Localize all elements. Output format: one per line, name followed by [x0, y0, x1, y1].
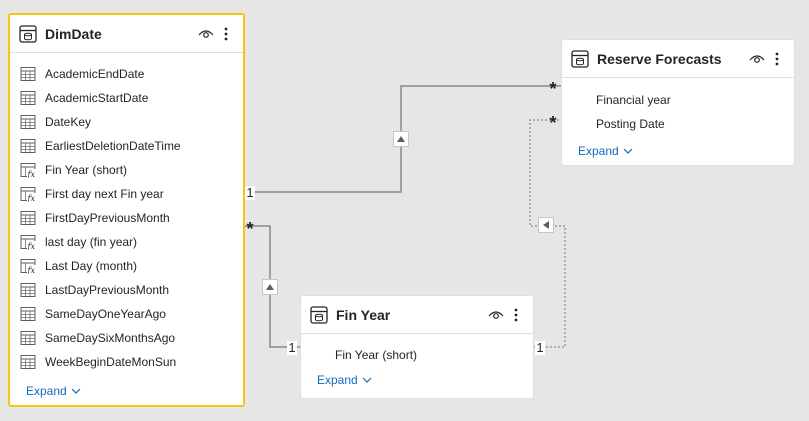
field-row[interactable]: SameDayOneYearAgo — [10, 302, 243, 326]
calendar-icon — [20, 354, 36, 370]
expand-label: Expand — [26, 384, 67, 398]
model-canvas[interactable]: 1 * * 1 1 * DimDate AcademicEndDate Acad… — [0, 0, 809, 421]
field-label: LastDayPreviousMonth — [45, 283, 170, 297]
field-row[interactable]: Fin Year (short) — [301, 343, 533, 367]
field-label: AcademicStartDate — [45, 91, 149, 105]
cardinality-many-reserve-bottom: * — [549, 113, 557, 133]
calendar-icon — [20, 66, 36, 82]
field-label: SameDaySixMonthsAgo — [45, 331, 176, 345]
expand-label: Expand — [578, 144, 619, 158]
chevron-down-icon — [71, 388, 81, 394]
field-label: last day (fin year) — [45, 235, 138, 249]
field-row[interactable]: SameDaySixMonthsAgo — [10, 326, 243, 350]
calendar-icon — [20, 90, 36, 106]
field-row[interactable]: FirstDayPreviousMonth — [10, 206, 243, 230]
field-label: AcademicEndDate — [45, 67, 145, 81]
field-label: EarliestDeletionDateTime — [45, 139, 181, 153]
field-row[interactable]: AcademicStartDate — [10, 86, 243, 110]
field-label: FirstDayPreviousMonth — [45, 211, 170, 225]
cardinality-one-dimdate-reserve: 1 — [245, 185, 255, 200]
calculated-column-icon: fx — [20, 234, 36, 250]
table-title: Fin Year — [336, 306, 391, 323]
card-header[interactable]: Fin Year — [301, 296, 533, 334]
more-options-icon[interactable] — [507, 306, 525, 324]
cardinality-one-finyear-left: 1 — [287, 340, 297, 355]
calendar-icon — [20, 330, 36, 346]
calendar-icon — [20, 282, 36, 298]
table-icon — [570, 49, 590, 69]
table-card-fin-year[interactable]: Fin Year Fin Year (short) Expand — [300, 295, 534, 399]
table-title: DimDate — [45, 25, 102, 42]
crossfilter-arrow-left[interactable] — [538, 217, 554, 233]
field-row[interactable]: fx last day (fin year) — [10, 230, 243, 254]
table-title: Reserve Forecasts — [597, 50, 722, 67]
visibility-eye-icon[interactable] — [748, 50, 766, 68]
crossfilter-arrow-up-1[interactable] — [393, 131, 409, 147]
expand-label: Expand — [317, 373, 358, 387]
cardinality-many-reserve-top: * — [549, 79, 557, 99]
crossfilter-arrow-up-2[interactable] — [262, 279, 278, 295]
field-list: Financial year Posting Date — [562, 78, 794, 136]
table-icon — [309, 305, 329, 325]
svg-text:fx: fx — [27, 194, 36, 202]
field-row[interactable]: fx Fin Year (short) — [10, 158, 243, 182]
table-icon — [18, 24, 38, 44]
visibility-eye-icon[interactable] — [487, 306, 505, 324]
table-card-dimdate[interactable]: DimDate AcademicEndDate AcademicStartDat… — [8, 13, 245, 407]
field-label: SameDayOneYearAgo — [45, 307, 166, 321]
field-label: Posting Date — [596, 117, 665, 131]
svg-text:fx: fx — [27, 170, 36, 178]
cardinality-one-finyear-right: 1 — [535, 340, 545, 355]
field-label: DateKey — [45, 115, 92, 129]
field-list: AcademicEndDate AcademicStartDate DateKe… — [10, 53, 243, 374]
field-row[interactable]: Posting Date — [562, 112, 794, 136]
field-label: Fin Year (short) — [45, 163, 128, 177]
calendar-icon — [20, 306, 36, 322]
field-row[interactable]: EarliestDeletionDateTime — [10, 134, 243, 158]
relationship-line-finyear-reserve — [529, 119, 566, 348]
chevron-down-icon — [362, 377, 372, 383]
more-options-icon[interactable] — [768, 50, 786, 68]
calculated-column-icon: fx — [20, 258, 36, 274]
field-row[interactable]: DateKey — [10, 110, 243, 134]
expand-link[interactable]: Expand — [10, 380, 243, 402]
calendar-icon — [20, 114, 36, 130]
cardinality-many-dimdate-finyear: * — [246, 219, 254, 239]
more-options-icon[interactable] — [217, 25, 235, 43]
calendar-icon — [20, 138, 36, 154]
visibility-eye-icon[interactable] — [197, 25, 215, 43]
svg-text:fx: fx — [27, 266, 36, 274]
calculated-column-icon: fx — [20, 162, 36, 178]
calculated-column-icon: fx — [20, 186, 36, 202]
card-header[interactable]: Reserve Forecasts — [562, 40, 794, 78]
field-row[interactable]: WeekBeginDateMonSun — [10, 350, 243, 374]
svg-text:fx: fx — [27, 242, 36, 250]
field-row[interactable]: fx Last Day (month) — [10, 254, 243, 278]
chevron-down-icon — [623, 148, 633, 154]
table-card-reserve-forecasts[interactable]: Reserve Forecasts Financial year Posting… — [561, 39, 795, 166]
field-label: Financial year — [596, 93, 671, 107]
card-header[interactable]: DimDate — [10, 15, 243, 53]
calendar-icon — [20, 210, 36, 226]
field-label: WeekBeginDateMonSun — [45, 355, 177, 369]
field-label: First day next Fin year — [45, 187, 164, 201]
field-list: Fin Year (short) — [301, 334, 533, 367]
expand-link[interactable]: Expand — [301, 369, 533, 391]
expand-link[interactable]: Expand — [562, 140, 794, 162]
field-label: Fin Year (short) — [335, 348, 418, 362]
field-row[interactable]: Financial year — [562, 88, 794, 112]
field-label: Last Day (month) — [45, 259, 138, 273]
field-row[interactable]: AcademicEndDate — [10, 62, 243, 86]
field-row[interactable]: LastDayPreviousMonth — [10, 278, 243, 302]
field-row[interactable]: fx First day next Fin year — [10, 182, 243, 206]
